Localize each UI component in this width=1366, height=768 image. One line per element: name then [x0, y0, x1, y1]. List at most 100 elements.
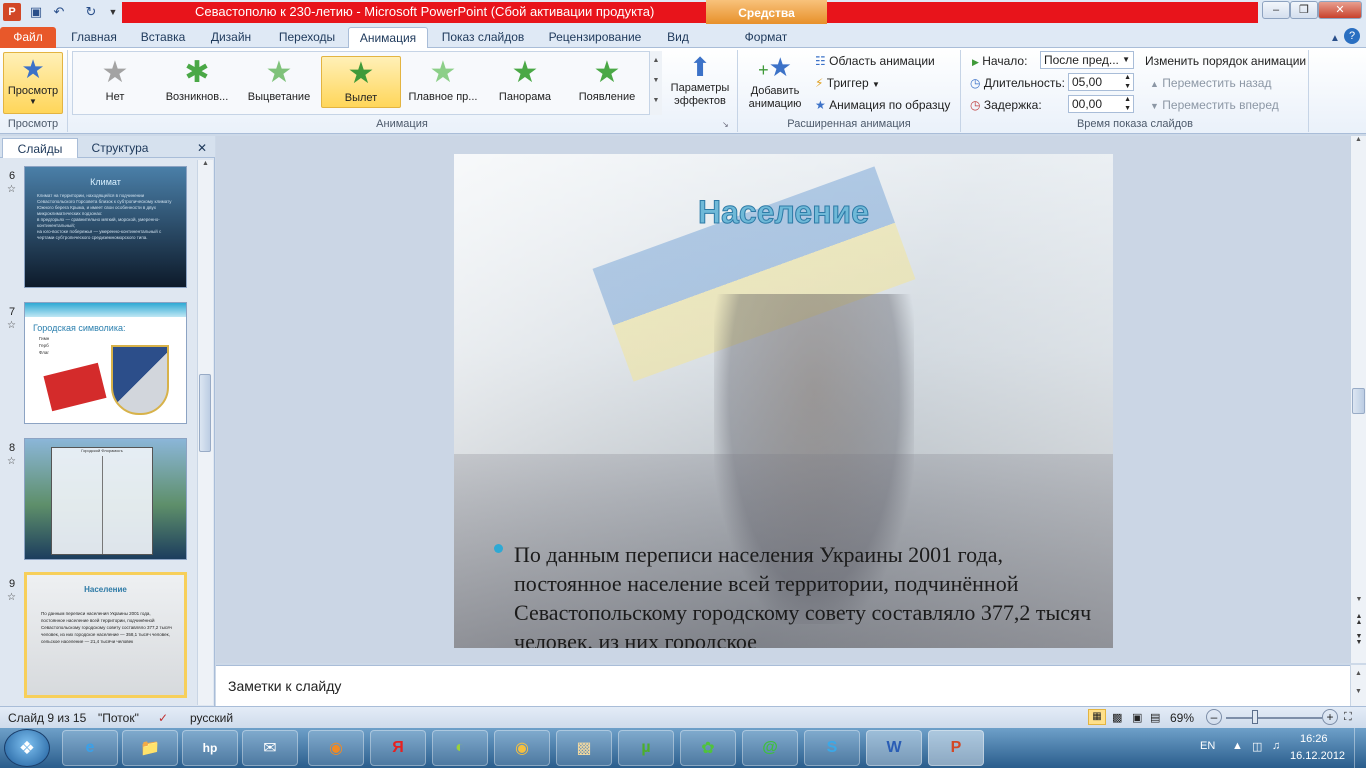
move-back-button[interactable]: ▲ Переместить назад	[1150, 76, 1271, 90]
tab-file[interactable]: Файл	[0, 27, 56, 48]
normal-view-icon[interactable]: ▦	[1088, 709, 1106, 725]
tray-network-icon[interactable]: ◫	[1252, 740, 1262, 753]
tab-animation[interactable]: Анимация	[348, 27, 428, 49]
hp-icon[interactable]: hp	[182, 730, 238, 766]
main-scrollbar[interactable]: ▲ ▼ ▲ ▲ ▼ ▼	[1350, 136, 1366, 663]
slide-thumbnail-6[interactable]: Климат Климат на территории, находящейся…	[24, 166, 187, 288]
duration-stepper-icon[interactable]: ▲ ▼	[1124, 73, 1131, 91]
viewer-icon[interactable]: ▩	[556, 730, 612, 766]
thumbnails-scrollbar[interactable]: ▲	[197, 160, 213, 705]
tab-insert[interactable]: Вставка	[132, 27, 194, 48]
theme-name[interactable]: "Поток"	[98, 711, 139, 725]
preview-button[interactable]: ★ Просмотр ▼	[3, 52, 63, 114]
ie-icon[interactable]: e	[62, 730, 118, 766]
utorrent-icon[interactable]: µ	[618, 730, 674, 766]
zoom-level[interactable]: 69%	[1170, 711, 1194, 725]
powerpoint-app-icon[interactable]: P	[3, 3, 21, 21]
animation-painter-button[interactable]: ★ Анимация по образцу	[815, 98, 950, 112]
slideshow-view-icon[interactable]: ▤	[1150, 711, 1160, 724]
restore-button[interactable]: ❐	[1290, 1, 1318, 19]
tray-date[interactable]: 16.12.2012	[1290, 750, 1345, 762]
agent-icon[interactable]: @	[742, 730, 798, 766]
gallery-scroll[interactable]: ▲ ▼ ▼	[649, 51, 662, 115]
qat-customize-icon[interactable]: ▼	[104, 3, 122, 21]
redo-icon[interactable]: ↻	[82, 3, 100, 21]
delay-stepper-icon[interactable]: ▲ ▼	[1124, 95, 1131, 113]
move-forward-button[interactable]: ▼ Переместить вперед	[1150, 98, 1279, 112]
tab-slides[interactable]: Слайды	[2, 138, 78, 158]
zoom-out-icon[interactable]: –	[1206, 709, 1222, 725]
app-icon[interactable]: ◐	[432, 730, 488, 766]
slide-title[interactable]: Население	[454, 194, 1113, 231]
trigger-button[interactable]: ⚡ Триггер ▼	[815, 76, 880, 90]
tab-home[interactable]: Главная	[60, 27, 128, 48]
undo-icon[interactable]: ↶	[50, 3, 68, 21]
slide-thumbnail-8[interactable]: Городской Флорамосъ	[24, 438, 187, 560]
fit-slide-icon[interactable]: ⛶	[1344, 711, 1352, 724]
skype-icon[interactable]: S	[804, 730, 860, 766]
anim-appear[interactable]: ✱ Возникнов...	[157, 56, 237, 108]
explorer-icon[interactable]: 📁	[122, 730, 178, 766]
slide-canvas[interactable]: Население По данным переписи населения У…	[454, 154, 1113, 648]
notes-scrollbar[interactable]: ▲ ▼	[1350, 665, 1366, 706]
help-icon[interactable]: ?	[1344, 28, 1360, 44]
add-animation-button[interactable]: +★ Добавить анимацию	[741, 52, 809, 116]
thumb-animation-icon: ☆	[7, 592, 16, 603]
tray-arrow-icon[interactable]: ▲	[1232, 740, 1243, 752]
previous-slide-icon[interactable]: ▲ ▲	[1351, 613, 1366, 626]
zoom-in-icon[interactable]: +	[1322, 709, 1338, 725]
anim-float-in[interactable]: ★ Плавное пр...	[403, 56, 483, 108]
word-icon[interactable]: W	[866, 730, 922, 766]
tab-review[interactable]: Рецензирование	[540, 27, 650, 48]
next-slide-icon[interactable]: ▼ ▼	[1351, 633, 1366, 646]
minimize-button[interactable]: –	[1262, 1, 1290, 19]
tab-transitions[interactable]: Переходы	[270, 27, 344, 48]
pane-close-icon[interactable]: ✕	[192, 138, 212, 158]
thumbnails-scroll-up-icon[interactable]: ▲	[198, 160, 213, 167]
player-icon[interactable]: ◉	[494, 730, 550, 766]
zoom-slider-thumb[interactable]	[1252, 710, 1258, 724]
ribbon-minimize-icon[interactable]: ▲	[1326, 29, 1344, 47]
save-icon[interactable]: ▣	[27, 3, 45, 21]
tab-slideshow[interactable]: Показ слайдов	[434, 27, 532, 48]
slide-thumbnail-7[interactable]: Городская символика: Гимн Герб Флаг	[24, 302, 187, 424]
main-scroll-thumb[interactable]	[1352, 388, 1365, 414]
effect-options-button[interactable]: ⬆ Параметры эффектов	[666, 52, 734, 116]
powerpoint-icon[interactable]: P	[928, 730, 984, 766]
notes-pane[interactable]: Заметки к слайду	[216, 665, 1350, 706]
mail-icon[interactable]: ✉	[242, 730, 298, 766]
group-animation-launcher-icon[interactable]: ↘	[722, 120, 729, 129]
show-desktop-button[interactable]	[1354, 728, 1366, 768]
delay-input[interactable]: 00,00 ▲ ▼	[1068, 95, 1134, 113]
animation-pane-button[interactable]: ☷ Область анимации	[815, 54, 935, 68]
tab-format[interactable]: Формат	[730, 27, 802, 48]
tray-volume-icon[interactable]: ♫	[1272, 740, 1280, 752]
tray-time[interactable]: 16:26	[1300, 733, 1328, 745]
anim-appear-2[interactable]: ★ Появление	[567, 56, 647, 108]
anim-fly-in[interactable]: ★ Вылет	[321, 56, 401, 108]
tab-view[interactable]: Вид	[658, 27, 698, 48]
tray-language[interactable]: EN	[1200, 740, 1215, 752]
anim-fade[interactable]: ★ Выцветание	[239, 56, 319, 108]
thumbnails-scroll-thumb[interactable]	[199, 374, 211, 452]
tab-design[interactable]: Дизайн	[200, 27, 262, 48]
start-button[interactable]: ❖	[4, 729, 50, 767]
slide-body-text[interactable]: По данным переписи населения Украины 200…	[494, 540, 1094, 648]
slide-sorter-icon[interactable]: ▩	[1112, 711, 1122, 724]
main-scroll-up-icon[interactable]: ▲	[1351, 136, 1366, 143]
icq-icon[interactable]: ✿	[680, 730, 736, 766]
tab-outline[interactable]: Структура	[80, 138, 160, 158]
language-indicator[interactable]: русский	[190, 711, 233, 725]
close-button[interactable]: ✕	[1318, 1, 1362, 19]
main-scroll-down-icon[interactable]: ▼	[1351, 596, 1366, 603]
spell-check-icon[interactable]: ✓	[158, 711, 168, 725]
start-select[interactable]: После пред... ▼	[1040, 51, 1134, 69]
anim-pan[interactable]: ★ Панорама	[485, 56, 565, 108]
reading-view-icon[interactable]: ▣	[1132, 711, 1142, 724]
duration-input[interactable]: 05,00 ▲ ▼	[1068, 73, 1134, 91]
anim-none[interactable]: ★ Нет	[75, 56, 155, 108]
slide-thumbnail-9[interactable]: Население По данным переписи населения У…	[24, 572, 187, 698]
zoom-slider[interactable]	[1226, 717, 1322, 719]
yandex-icon[interactable]: Я	[370, 730, 426, 766]
firefox-icon[interactable]: ◉	[308, 730, 364, 766]
